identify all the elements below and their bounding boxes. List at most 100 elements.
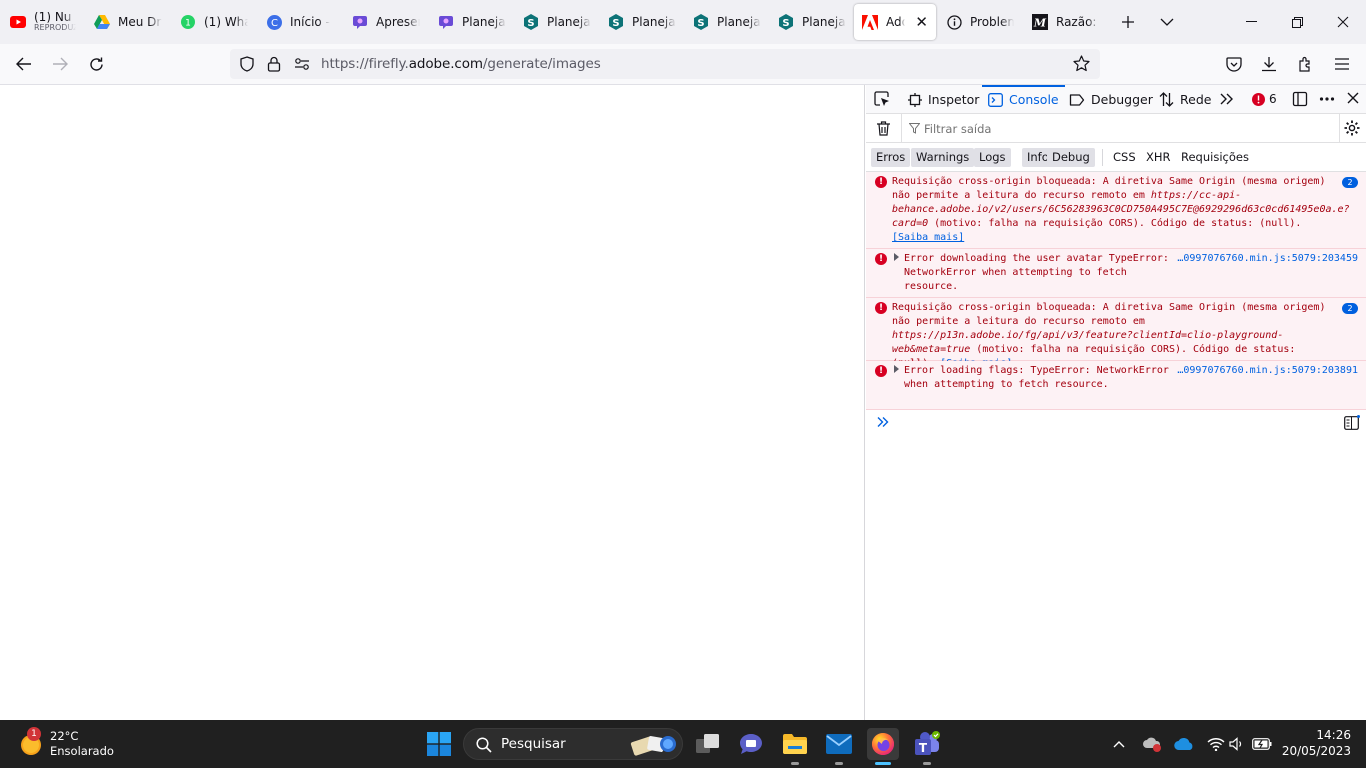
url-bar[interactable]: https://firefly.adobe.com/generate/image… bbox=[230, 49, 1100, 79]
restore-button[interactable] bbox=[1274, 0, 1320, 44]
tab-label: Rede bbox=[1180, 92, 1212, 107]
console-message-cors-error[interactable]: ! Requisição cross-origin bloqueada: A d… bbox=[866, 172, 1366, 249]
firefox-taskbar-button[interactable] bbox=[867, 728, 899, 765]
windows-logo-icon bbox=[427, 732, 451, 756]
message-text: Requisição cross-origin bloqueada: A dir… bbox=[892, 302, 1326, 327]
console-message-cors-error[interactable]: ! Requisição cross-origin bloqueada: A d… bbox=[866, 298, 1366, 369]
tab-whatsapp[interactable]: 1 (1) Wha bbox=[172, 4, 256, 40]
reload-button[interactable] bbox=[81, 49, 111, 79]
console-settings-gear-icon[interactable] bbox=[1344, 120, 1360, 139]
learn-more-link[interactable]: [Saiba mais] bbox=[892, 232, 964, 243]
shield-icon[interactable] bbox=[239, 56, 255, 75]
more-tabs-chevron-icon[interactable] bbox=[1220, 92, 1234, 109]
tab-apresentacao[interactable]: Apresen bbox=[344, 4, 428, 40]
filter-output-input[interactable]: Filtrar saída bbox=[924, 122, 991, 136]
devtools-panel: Inspetor Console Debugger Rede 6 Filtrar… bbox=[866, 85, 1366, 720]
filter-warnings-button[interactable]: Warnings bbox=[911, 148, 975, 167]
tab-planejar-1[interactable]: Planejar bbox=[430, 4, 514, 40]
tab-title: (1) Wha bbox=[204, 15, 248, 29]
filter-xhr-button[interactable]: XHR bbox=[1141, 148, 1176, 167]
extensions-button[interactable] bbox=[1291, 49, 1321, 79]
start-button[interactable] bbox=[423, 728, 455, 760]
network-arrows-icon bbox=[1159, 92, 1174, 107]
error-count-badge[interactable]: 6 bbox=[1252, 92, 1277, 106]
clock-button[interactable]: 14:26 20/05/2023 bbox=[1281, 728, 1360, 760]
volume-button[interactable] bbox=[1224, 728, 1250, 760]
clock-date: 20/05/2023 bbox=[1281, 744, 1351, 758]
tab-youtube[interactable]: (1) Nu C REPRODUZ bbox=[2, 4, 84, 40]
page-content-area[interactable] bbox=[0, 85, 865, 720]
separator bbox=[1339, 114, 1340, 143]
source-location-link[interactable]: …0997076760.min.js:5079:203891 bbox=[1177, 364, 1358, 378]
pocket-button[interactable] bbox=[1219, 49, 1249, 79]
filter-requests-button[interactable]: Requisições bbox=[1176, 148, 1254, 167]
dock-side-icon[interactable] bbox=[1292, 91, 1308, 110]
editor-mode-toggle-icon[interactable] bbox=[1344, 415, 1360, 433]
tab-debugger[interactable]: Debugger bbox=[1069, 85, 1153, 114]
svg-text:1: 1 bbox=[185, 19, 191, 29]
lock-icon[interactable] bbox=[267, 56, 281, 75]
speaker-icon bbox=[1229, 737, 1242, 751]
clear-console-trash-icon[interactable] bbox=[877, 121, 890, 139]
show-hidden-icons-button[interactable] bbox=[1104, 728, 1134, 760]
back-button[interactable] bbox=[9, 49, 39, 79]
file-explorer-button[interactable] bbox=[779, 728, 811, 765]
more-options-icon[interactable] bbox=[1319, 91, 1335, 110]
tab-planejar-5[interactable]: S Planejar bbox=[770, 4, 854, 40]
downloads-button[interactable] bbox=[1254, 49, 1284, 79]
menu-button[interactable] bbox=[1327, 49, 1357, 79]
expand-triangle-icon[interactable] bbox=[894, 253, 899, 261]
element-picker-icon[interactable] bbox=[874, 91, 890, 110]
tab-title: Meu Dri bbox=[118, 15, 162, 29]
new-tab-button[interactable] bbox=[1114, 8, 1142, 36]
onedrive-status-button[interactable] bbox=[1138, 728, 1166, 760]
console-message-error[interactable]: ! Error loading flags: TypeError: Networ… bbox=[866, 361, 1366, 410]
teams-button[interactable]: T bbox=[911, 728, 943, 765]
inspector-icon bbox=[908, 92, 922, 107]
source-location-link[interactable]: …0997076760.min.js:5079:203459 bbox=[1177, 252, 1358, 266]
close-devtools-icon[interactable] bbox=[1347, 92, 1359, 107]
tab-inspector[interactable]: Inspetor bbox=[908, 85, 979, 114]
tab-razao[interactable]: M Razão: A bbox=[1024, 4, 1108, 40]
weather-widget[interactable]: 1 22°C Ensolarado bbox=[18, 727, 114, 761]
s-app-icon: S bbox=[693, 14, 709, 30]
error-count: 6 bbox=[1269, 92, 1277, 106]
bookmark-star-icon[interactable] bbox=[1073, 55, 1090, 75]
close-window-button[interactable] bbox=[1320, 0, 1366, 44]
tab-planejar-3[interactable]: S Planejar bbox=[600, 4, 684, 40]
presentation-app-icon bbox=[352, 14, 368, 30]
mail-button[interactable] bbox=[823, 728, 855, 765]
forward-button[interactable] bbox=[45, 49, 75, 79]
teams-chat-button[interactable] bbox=[735, 728, 767, 760]
expand-triangle-icon[interactable] bbox=[894, 365, 899, 373]
tab-adobe-active[interactable]: Adob ✕ bbox=[854, 4, 936, 40]
arrow-right-icon bbox=[53, 57, 68, 71]
tab-planejar-4[interactable]: S Planejar bbox=[685, 4, 769, 40]
onedrive-button[interactable] bbox=[1170, 728, 1198, 760]
console-filter-bar: Filtrar saída bbox=[866, 114, 1366, 143]
url-text[interactable]: https://firefly.adobe.com/generate/image… bbox=[321, 56, 601, 72]
filter-debug-button[interactable]: Debug bbox=[1047, 148, 1095, 167]
battery-button[interactable] bbox=[1248, 728, 1276, 760]
firefox-icon bbox=[872, 733, 894, 755]
tab-console[interactable]: Console bbox=[982, 85, 1065, 114]
task-view-button[interactable] bbox=[692, 728, 724, 760]
list-all-tabs-button[interactable] bbox=[1153, 8, 1181, 36]
taskbar-search-box[interactable]: Pesquisar bbox=[463, 728, 683, 760]
reload-icon bbox=[89, 57, 103, 71]
tab-planejar-2[interactable]: S Planejar bbox=[515, 4, 599, 40]
tab-problema[interactable]: Problem bbox=[938, 4, 1022, 40]
filter-errors-button[interactable]: Erros bbox=[871, 148, 911, 167]
tab-network[interactable]: Rede bbox=[1159, 85, 1211, 114]
hamburger-menu-icon bbox=[1335, 58, 1349, 70]
tab-canva[interactable]: C Início - bbox=[258, 4, 342, 40]
search-placeholder: Pesquisar bbox=[501, 736, 566, 752]
close-tab-icon[interactable]: ✕ bbox=[915, 14, 928, 30]
permissions-icon[interactable] bbox=[294, 57, 310, 74]
console-message-error[interactable]: ! Error downloading the user avatar Type… bbox=[866, 249, 1366, 298]
filter-css-button[interactable]: CSS bbox=[1108, 148, 1141, 167]
tab-google-drive[interactable]: Meu Dri bbox=[86, 4, 170, 40]
filter-logs-button[interactable]: Logs bbox=[974, 148, 1011, 167]
minimize-button[interactable] bbox=[1228, 0, 1274, 44]
console-input[interactable] bbox=[866, 410, 1366, 434]
